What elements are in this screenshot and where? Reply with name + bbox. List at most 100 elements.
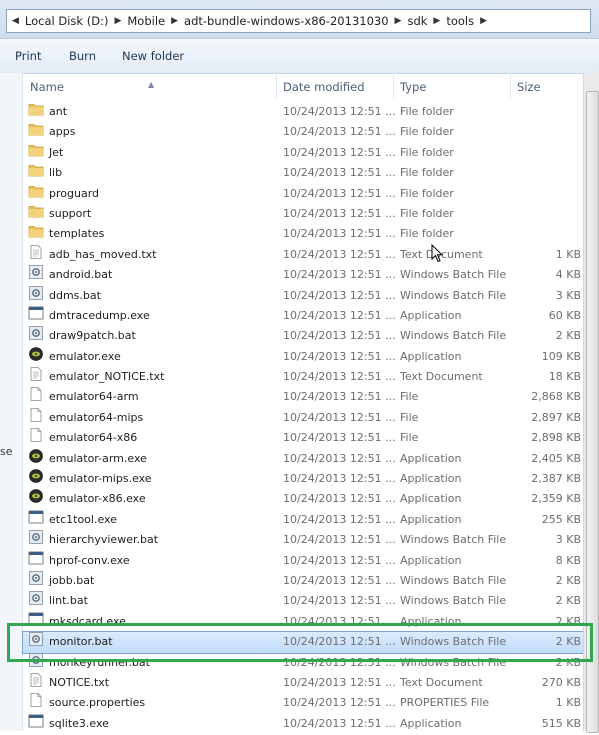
breadcrumb-arrow-icon[interactable]: ▶ xyxy=(428,16,445,26)
file-name[interactable]: lint.bat xyxy=(49,591,88,611)
file-name[interactable]: emulator-mips.exe xyxy=(49,469,152,489)
file-type: File folder xyxy=(400,145,454,159)
file-row[interactable]: support 10/24/2013 12:51 ... File folder xyxy=(23,204,583,224)
file-row[interactable]: emulator_NOTICE.txt 10/24/2013 12:51 ... T… xyxy=(23,367,583,387)
breadcrumb-arrow-icon[interactable]: ▶ xyxy=(475,16,492,26)
file-row[interactable]: adb_has_moved.txt 10/24/2013 12:51 ... Tex… xyxy=(23,244,583,265)
breadcrumb-item[interactable]: sdk xyxy=(406,14,428,28)
file-name[interactable]: proguard xyxy=(49,184,99,204)
file-row[interactable]: monkeyrunner.bat 10/24/2013 12:51 ... Wind… xyxy=(23,652,583,673)
column-divider[interactable] xyxy=(393,73,394,99)
file-name[interactable]: templates xyxy=(49,224,104,244)
app-window-icon xyxy=(28,714,44,728)
file-type: Windows Batch File xyxy=(400,573,507,587)
file-row[interactable]: apps 10/24/2013 12:51 ... File folder xyxy=(23,122,583,142)
breadcrumb-item[interactable]: Local Disk (D:) xyxy=(24,14,110,28)
file-name[interactable]: apps xyxy=(49,122,75,142)
file-name[interactable]: emulator-arm.exe xyxy=(49,449,147,469)
file-name[interactable]: emulator-x86.exe xyxy=(49,489,146,509)
file-name[interactable]: emulator64-x86 xyxy=(49,428,137,448)
name-column-header[interactable]: Name xyxy=(30,80,64,94)
print-button[interactable]: Print xyxy=(15,49,41,63)
file-name[interactable]: emulator_NOTICE.txt xyxy=(49,367,164,387)
type-column-header[interactable]: Type xyxy=(400,80,426,94)
file-name[interactable]: etc1tool.exe xyxy=(49,510,117,530)
breadcrumb[interactable]: ◀ Local Disk (D:) ▶ Mobile ▶ adt-bundle-… xyxy=(6,9,591,33)
file-row[interactable]: hprof-conv.exe 10/24/2013 12:51 ... Applic… xyxy=(23,551,583,571)
breadcrumb-arrow-icon[interactable]: ▶ xyxy=(390,16,407,26)
file-name[interactable]: emulator64-arm xyxy=(49,387,139,407)
navigation-pane[interactable]: se xyxy=(0,73,23,731)
file-date-modified: 10/24/2013 12:51 ... xyxy=(283,533,396,547)
file-name[interactable]: source.properties xyxy=(49,693,145,713)
file-row[interactable]: emulator64-arm 10/24/2013 12:51 ... File 2,… xyxy=(23,387,583,407)
file-name[interactable]: monkeyrunner.bat xyxy=(49,653,150,673)
file-name[interactable]: lib xyxy=(49,163,62,183)
file-row[interactable]: android.bat 10/24/2013 12:51 ... Windows B… xyxy=(23,265,583,285)
breadcrumb-arrow-icon[interactable]: ▶ xyxy=(109,16,126,26)
file-name[interactable]: android.bat xyxy=(49,265,112,285)
file-row[interactable]: Jet 10/24/2013 12:51 ... File folder xyxy=(23,143,583,163)
file-row[interactable]: sqlite3.exe 10/24/2013 12:51 ... Applicati… xyxy=(23,714,583,734)
size-column-header[interactable]: Size xyxy=(517,80,541,94)
file-name[interactable]: Jet xyxy=(49,143,63,163)
vertical-scrollbar[interactable] xyxy=(583,73,599,733)
file-name[interactable]: NOTICE.txt xyxy=(49,673,109,693)
column-divider[interactable] xyxy=(276,73,277,99)
file-name[interactable]: emulator64-mips xyxy=(49,408,143,428)
app-window-icon xyxy=(28,551,44,565)
file-name[interactable]: hprof-conv.exe xyxy=(49,551,130,571)
file-name[interactable]: jobb.bat xyxy=(49,571,94,591)
file-row[interactable]: lib 10/24/2013 12:51 ... File folder xyxy=(23,163,583,183)
file-row[interactable]: emulator64-mips 10/24/2013 12:51 ... File 2… xyxy=(23,407,583,428)
file-name[interactable]: dmtracedump.exe xyxy=(49,306,150,326)
new-folder-button[interactable]: New folder xyxy=(122,49,184,63)
file-row[interactable]: ddms.bat 10/24/2013 12:51 ... Windows Batc… xyxy=(23,285,583,306)
file-size: 8 KB xyxy=(555,553,581,567)
date-column-header[interactable]: Date modified xyxy=(283,80,365,94)
file-row[interactable]: jobb.bat 10/24/2013 12:51 ... Windows Batc… xyxy=(23,571,583,591)
file-row[interactable]: emulator-arm.exe 10/24/2013 12:51 ... Appl… xyxy=(23,448,583,469)
file-date-modified: 10/24/2013 12:51 ... xyxy=(283,247,396,261)
breadcrumb-item[interactable]: adt-bundle-windows-x86-20131030 xyxy=(183,14,390,28)
breadcrumb-expand-icon[interactable]: ◀ xyxy=(7,16,24,26)
file-row[interactable]: lint.bat 10/24/2013 12:51 ... Windows Batc… xyxy=(23,591,583,611)
file-name[interactable]: mksdcard.exe xyxy=(49,612,126,632)
file-row[interactable]: emulator-mips.exe 10/24/2013 12:51 ... App… xyxy=(23,469,583,489)
text-file-icon xyxy=(28,367,44,381)
column-divider[interactable] xyxy=(510,73,511,99)
breadcrumb-item[interactable]: Mobile xyxy=(126,14,166,28)
file-name[interactable]: adb_has_moved.txt xyxy=(49,245,157,265)
navigation-pane-item-label[interactable]: se xyxy=(0,445,13,458)
mouse-cursor-icon xyxy=(431,244,444,263)
file-row[interactable]: source.properties 10/24/2013 12:51 ... PRO… xyxy=(23,693,583,713)
file-row[interactable]: proguard 10/24/2013 12:51 ... File folder xyxy=(23,184,583,204)
file-row[interactable]: etc1tool.exe 10/24/2013 12:51 ... Applicat… xyxy=(23,510,583,530)
app-window-icon xyxy=(28,612,44,626)
file-row[interactable]: ant 10/24/2013 12:51 ... File folder xyxy=(23,102,583,122)
file-row[interactable]: mksdcard.exe 10/24/2013 12:51 ... Applicat… xyxy=(23,612,583,632)
file-row[interactable]: draw9patch.bat 10/24/2013 12:51 ... Window… xyxy=(23,326,583,346)
file-row[interactable]: emulator.exe 10/24/2013 12:51 ... Applicat… xyxy=(23,346,583,367)
file-row[interactable]: dmtracedump.exe 10/24/2013 12:51 ... Appli… xyxy=(23,306,583,326)
file-date-modified: 10/24/2013 12:51 ... xyxy=(283,370,396,384)
breadcrumb-item[interactable]: tools xyxy=(445,14,475,28)
file-name[interactable]: monitor.bat xyxy=(49,632,113,652)
breadcrumb-arrow-icon[interactable]: ▶ xyxy=(166,16,183,26)
file-date-modified: 10/24/2013 12:51 ... xyxy=(283,288,396,302)
file-name[interactable]: hierarchyviewer.bat xyxy=(49,530,158,550)
file-row-selected[interactable]: monitor.bat 10/24/2013 12:51 ... Windows B… xyxy=(22,631,584,654)
file-row[interactable]: hierarchyviewer.bat 10/24/2013 12:51 ... W… xyxy=(23,530,583,550)
file-name[interactable]: ddms.bat xyxy=(49,286,101,306)
file-row[interactable]: emulator-x86.exe 10/24/2013 12:51 ... Appl… xyxy=(23,489,583,509)
file-row[interactable]: templates 10/24/2013 12:51 ... File folder xyxy=(23,224,583,244)
scrollbar-thumb[interactable] xyxy=(586,91,599,733)
file-row[interactable]: NOTICE.txt 10/24/2013 12:51 ... Text Docum… xyxy=(23,673,583,693)
file-name[interactable]: draw9patch.bat xyxy=(49,326,136,346)
file-name[interactable]: emulator.exe xyxy=(49,347,121,367)
file-row[interactable]: emulator64-x86 10/24/2013 12:51 ... File 2,… xyxy=(23,428,583,448)
file-name[interactable]: sqlite3.exe xyxy=(49,714,109,734)
burn-button[interactable]: Burn xyxy=(69,49,96,63)
file-name[interactable]: ant xyxy=(49,102,67,122)
file-name[interactable]: support xyxy=(49,204,91,224)
